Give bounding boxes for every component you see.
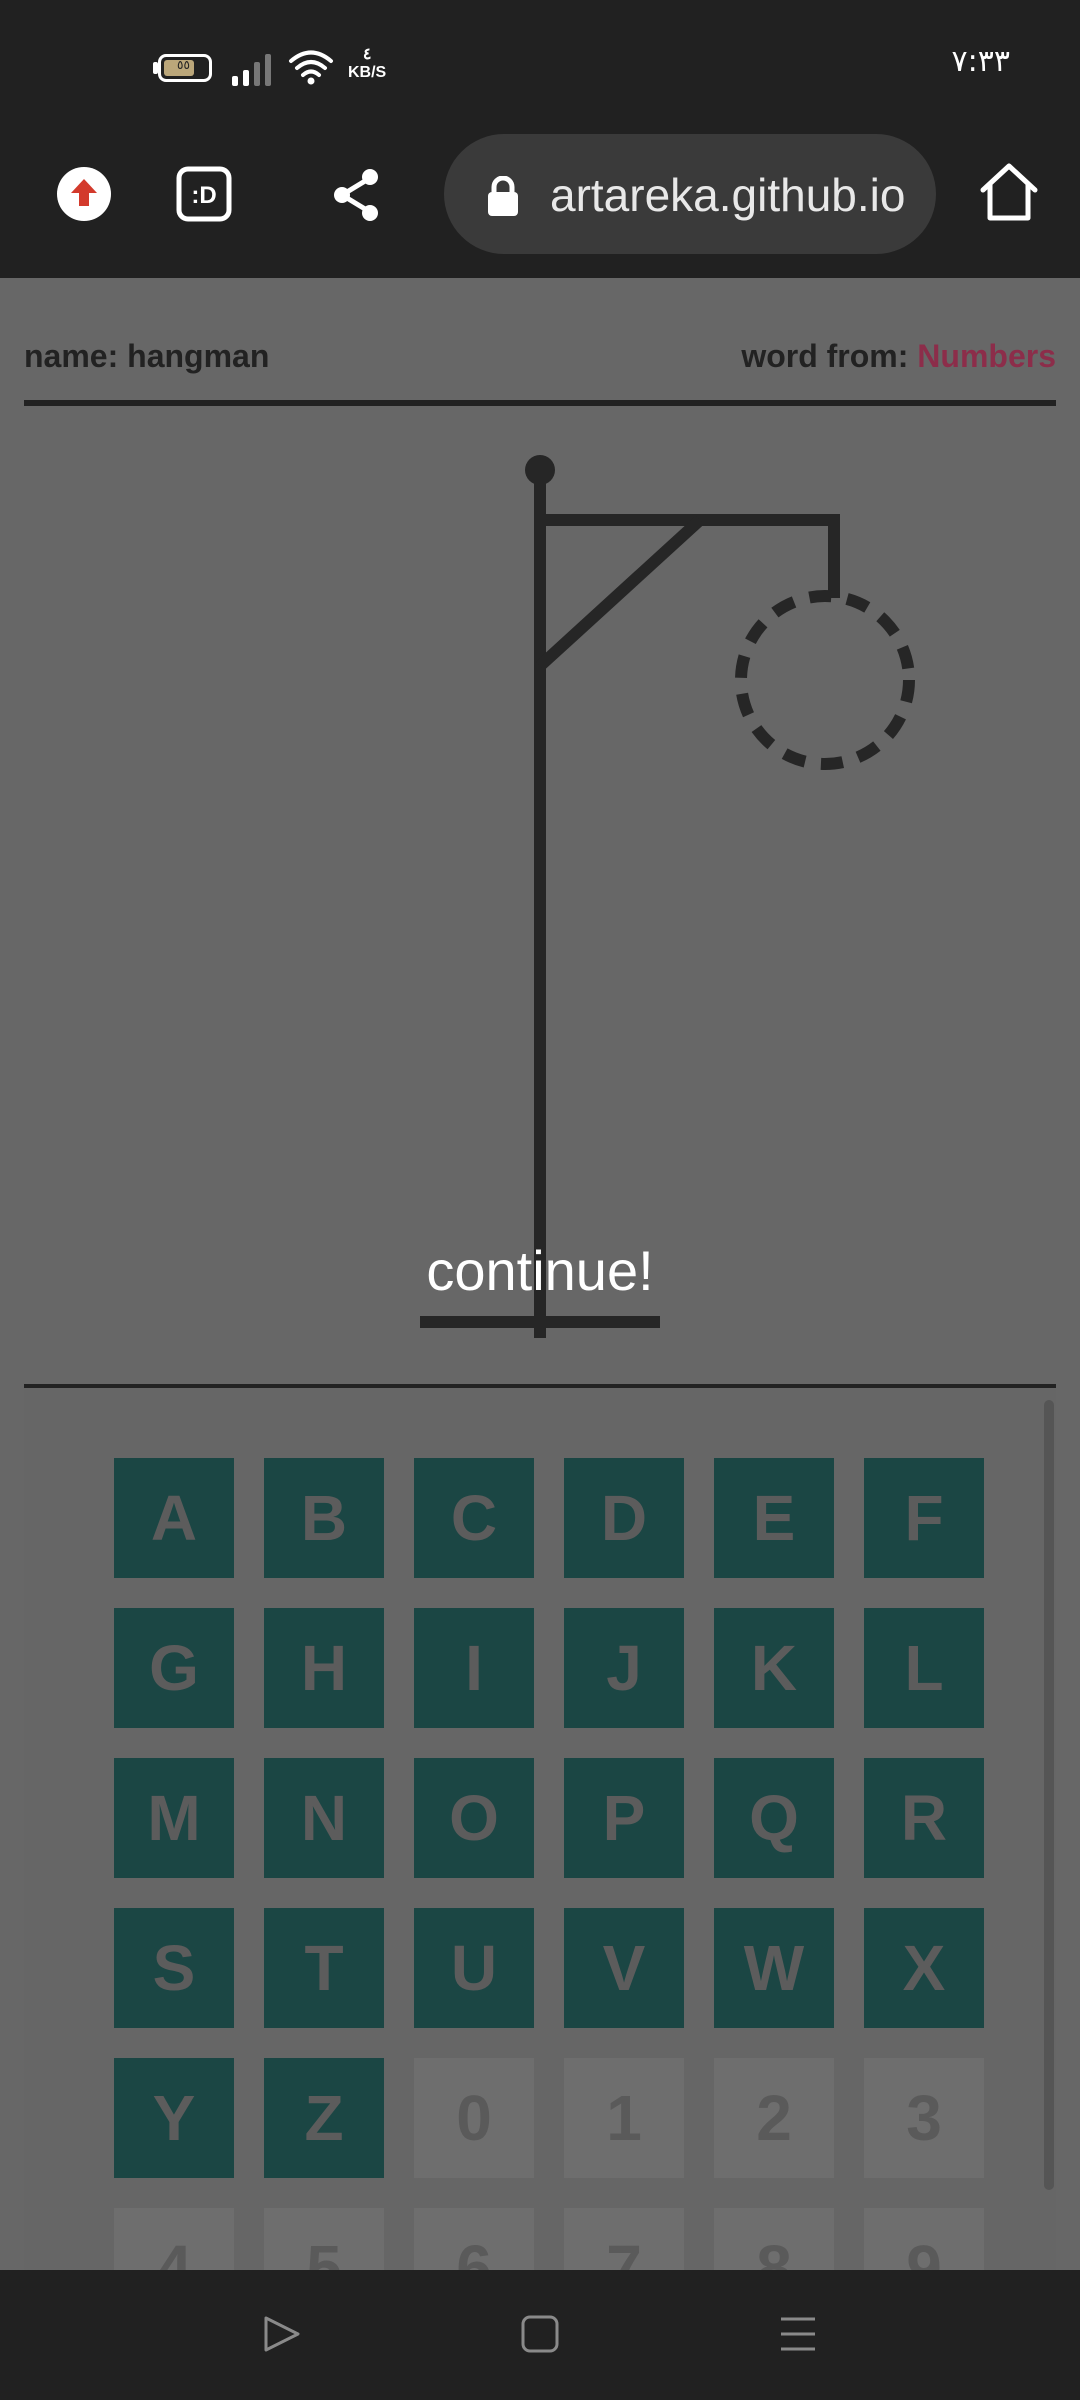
- key-r[interactable]: R: [864, 1758, 984, 1878]
- url-bar[interactable]: artareka.github.io: [444, 134, 936, 254]
- key-a[interactable]: A: [114, 1458, 234, 1578]
- key-x[interactable]: X: [864, 1908, 984, 2028]
- word-source: word from: Numbers: [741, 338, 1056, 375]
- home-icon[interactable]: [978, 162, 1040, 222]
- key-s[interactable]: S: [114, 1908, 234, 2028]
- key-q[interactable]: Q: [714, 1758, 834, 1878]
- back-icon[interactable]: [262, 2314, 302, 2354]
- game-name: name: hangman: [24, 338, 270, 374]
- key-g[interactable]: G: [114, 1608, 234, 1728]
- key-7[interactable]: 7: [564, 2208, 684, 2270]
- key-p[interactable]: P: [564, 1758, 684, 1878]
- key-2[interactable]: 2: [714, 2058, 834, 2178]
- key-v[interactable]: V: [564, 1908, 684, 2028]
- signal-icon: [232, 50, 272, 86]
- key-e[interactable]: E: [714, 1458, 834, 1578]
- system-nav-bar: [0, 2270, 1080, 2400]
- home-nav-icon[interactable]: [520, 2314, 560, 2354]
- game-page: name: hangman word from: Numbers continu…: [0, 278, 1080, 2270]
- word-from-label: word from:: [741, 338, 909, 374]
- letter-keyboard: ABCDEF GHIJKL MNOPQR STUVWX YZ0123 456789: [24, 1388, 1056, 2270]
- key-k[interactable]: K: [714, 1608, 834, 1728]
- key-c[interactable]: C: [414, 1458, 534, 1578]
- key-1[interactable]: 1: [564, 2058, 684, 2178]
- key-h[interactable]: H: [264, 1608, 384, 1728]
- share-icon[interactable]: [330, 168, 382, 222]
- gallows-brace: [535, 515, 705, 671]
- key-5[interactable]: 5: [264, 2208, 384, 2270]
- status-bar: ٥٥ ٤ KB/S ٧:٣٣: [0, 0, 1080, 130]
- clock: ٧:٣٣: [951, 44, 1010, 79]
- key-t[interactable]: T: [264, 1908, 384, 2028]
- battery-level: ٥٥: [177, 58, 190, 72]
- battery-icon: ٥٥: [158, 54, 212, 82]
- network-speed-unit: KB/S: [348, 64, 387, 81]
- keyboard-scrollbar[interactable]: [1044, 1400, 1054, 2190]
- key-i[interactable]: I: [414, 1608, 534, 1728]
- network-speed: ٤ KB/S: [348, 46, 386, 82]
- key-o[interactable]: O: [414, 1758, 534, 1878]
- key-b[interactable]: B: [264, 1458, 384, 1578]
- head-outline: [735, 590, 915, 770]
- key-m[interactable]: M: [114, 1758, 234, 1878]
- svg-text::D: :D: [191, 182, 216, 209]
- key-d[interactable]: D: [564, 1458, 684, 1578]
- key-8[interactable]: 8: [714, 2208, 834, 2270]
- emoji-d-icon[interactable]: :D: [176, 166, 232, 222]
- status-message: continue!: [426, 1239, 654, 1302]
- key-3[interactable]: 3: [864, 2058, 984, 2178]
- lock-icon: [488, 176, 518, 216]
- network-speed-value: ٤: [362, 46, 372, 63]
- key-u[interactable]: U: [414, 1908, 534, 2028]
- key-f[interactable]: F: [864, 1458, 984, 1578]
- key-w[interactable]: W: [714, 1908, 834, 2028]
- key-9[interactable]: 9: [864, 2208, 984, 2270]
- key-l[interactable]: L: [864, 1608, 984, 1728]
- key-j[interactable]: J: [564, 1608, 684, 1728]
- upload-arrow-icon[interactable]: [56, 166, 112, 222]
- word-category: Numbers: [917, 338, 1056, 374]
- key-z[interactable]: Z: [264, 2058, 384, 2178]
- wifi-icon: [289, 50, 333, 85]
- key-0[interactable]: 0: [414, 2058, 534, 2178]
- key-n[interactable]: N: [264, 1758, 384, 1878]
- key-6[interactable]: 6: [414, 2208, 534, 2270]
- key-4[interactable]: 4: [114, 2208, 234, 2270]
- key-y[interactable]: Y: [114, 2058, 234, 2178]
- url-text: artareka.github.io: [550, 169, 906, 221]
- menu-icon[interactable]: [778, 2314, 818, 2354]
